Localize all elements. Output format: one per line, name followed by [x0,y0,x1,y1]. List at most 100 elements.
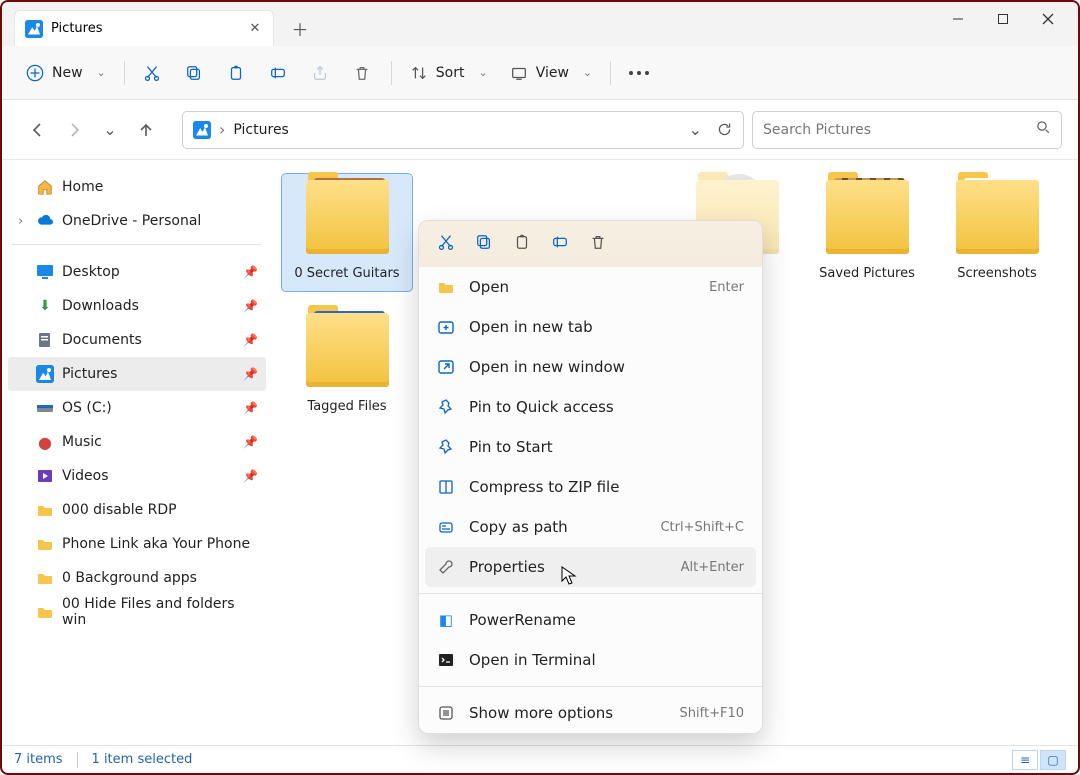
sidebar-item-label: Phone Link aka Your Phone [62,536,250,552]
cursor-icon [561,566,577,586]
ctx-label: Pin to Start [469,438,553,456]
rename-button[interactable] [259,55,299,91]
delete-icon[interactable] [589,233,607,255]
more-button[interactable] [619,55,659,91]
minimize-button[interactable] [935,2,980,36]
ctx-shortcut: Alt+Enter [681,560,744,575]
ctx-shortcut: Shift+F10 [680,706,744,721]
ctx-copy-path[interactable]: Copy as path Ctrl+Shift+C [419,507,762,547]
sidebar-item-pictures[interactable]: Pictures 📌 [8,357,266,391]
ctx-label: Open in new window [469,358,625,376]
sort-label: Sort [436,65,465,81]
status-selection: 1 item selected [92,752,193,767]
ctx-open-new-tab[interactable]: Open in new tab [419,307,762,347]
nav-row: ⌄ › Pictures ⌄ Search Pictures [2,100,1078,160]
toolbar: New Sort View [2,46,1078,100]
ctx-open-new-window[interactable]: Open in new window [419,347,762,387]
tab-close-button[interactable]: ✕ [247,21,263,37]
paste-icon[interactable] [513,233,531,255]
share-button[interactable] [301,55,341,91]
ctx-label: Properties [469,558,545,576]
properties-icon [437,558,455,576]
maximize-button[interactable] [980,2,1025,36]
pin-icon: 📌 [243,367,258,381]
ctx-label: Show more options [469,704,613,722]
folder-label: Tagged Files [307,399,386,414]
cut-icon[interactable] [437,233,455,255]
new-window-icon [437,358,455,376]
folder-label: Saved Pictures [819,266,915,281]
ctx-compress[interactable]: Compress to ZIP file [419,467,762,507]
sidebar-item-videos[interactable]: Videos 📌 [8,459,266,493]
ctx-pin-start[interactable]: Pin to Start [419,427,762,467]
view-label: View [536,65,569,81]
address-dropdown-icon[interactable]: ⌄ [689,120,702,139]
up-button[interactable] [132,116,160,144]
terminal-icon [437,651,455,669]
sidebar-item-label: OneDrive - Personal [62,213,201,229]
drive-icon [36,399,54,417]
view-button[interactable]: View [500,55,602,91]
pin-icon [437,398,455,416]
folder-icon [36,569,54,587]
address-bar[interactable]: › Pictures ⌄ [182,111,744,149]
back-button[interactable] [24,116,52,144]
folder-label: Screenshots [957,266,1037,281]
sidebar-item-folder[interactable]: Phone Link aka Your Phone [8,527,266,561]
context-icon-bar [419,221,762,267]
copy-icon[interactable] [475,233,493,255]
sidebar-item-folder[interactable]: 00 Hide Files and folders win [8,595,266,629]
new-button[interactable]: New [16,55,116,91]
sidebar-item-documents[interactable]: Documents 📌 [8,323,266,357]
sidebar-item-label: Pictures [62,366,117,382]
breadcrumb-location[interactable]: Pictures [233,122,288,138]
sidebar-item-folder[interactable]: 000 disable RDP [8,493,266,527]
pictures-icon [36,365,54,383]
sidebar-item-folder[interactable]: 0 Background apps [8,561,266,595]
context-menu: Open Enter Open in new tab Open in new w… [418,220,763,734]
sidebar-item-os-c[interactable]: OS (C:) 📌 [8,391,266,425]
view-icons-button[interactable]: ▢ [1040,750,1066,770]
ctx-open[interactable]: Open Enter [419,267,762,307]
copy-path-icon [437,518,455,536]
close-button[interactable] [1025,2,1070,36]
sidebar-onedrive[interactable]: OneDrive - Personal [8,204,266,238]
new-tab-button[interactable]: ＋ [278,10,322,46]
sidebar-item-label: OS (C:) [62,400,112,416]
delete-button[interactable] [343,55,383,91]
title-bar: Pictures ✕ ＋ [2,2,1078,46]
downloads-icon: ⬇ [36,297,54,315]
ctx-label: Pin to Quick access [469,398,614,416]
forward-button[interactable] [60,116,88,144]
folder-icon [36,501,54,519]
folder-item[interactable]: Screenshots [932,174,1062,291]
ctx-properties[interactable]: Properties Alt+Enter [425,547,756,587]
ctx-powerrename[interactable]: ◧ PowerRename [419,600,762,640]
folder-label: 0 Secret Guitars [294,266,399,281]
sidebar-item-label: 000 disable RDP [62,502,177,518]
tab-pictures[interactable]: Pictures ✕ [14,10,274,46]
ctx-terminal[interactable]: Open in Terminal [419,640,762,680]
sidebar-item-music[interactable]: ● Music 📌 [8,425,266,459]
sidebar-item-downloads[interactable]: ⬇ Downloads 📌 [8,289,266,323]
search-box[interactable]: Search Pictures [752,111,1062,149]
view-details-button[interactable]: ≡ [1012,750,1038,770]
sort-button[interactable]: Sort [400,55,498,91]
sidebar-item-desktop[interactable]: Desktop 📌 [8,255,266,289]
ctx-show-more[interactable]: Show more options Shift+F10 [419,693,762,733]
copy-button[interactable] [175,55,215,91]
paste-button[interactable] [217,55,257,91]
sidebar-home[interactable]: Home [8,170,266,204]
recent-dropdown[interactable]: ⌄ [96,116,124,144]
refresh-icon[interactable] [716,121,733,138]
new-tab-icon [437,318,455,336]
folder-item[interactable]: Tagged Files [282,307,412,424]
ctx-pin-quick[interactable]: Pin to Quick access [419,387,762,427]
rename-icon[interactable] [551,233,569,255]
folder-item[interactable]: 0 Secret Guitars [282,174,412,291]
explorer-window: Pictures ✕ ＋ New [0,0,1080,775]
folder-item[interactable]: Saved Pictures [802,174,932,291]
home-icon [36,178,54,196]
cut-button[interactable] [133,55,173,91]
pin-icon: 📌 [243,265,258,279]
